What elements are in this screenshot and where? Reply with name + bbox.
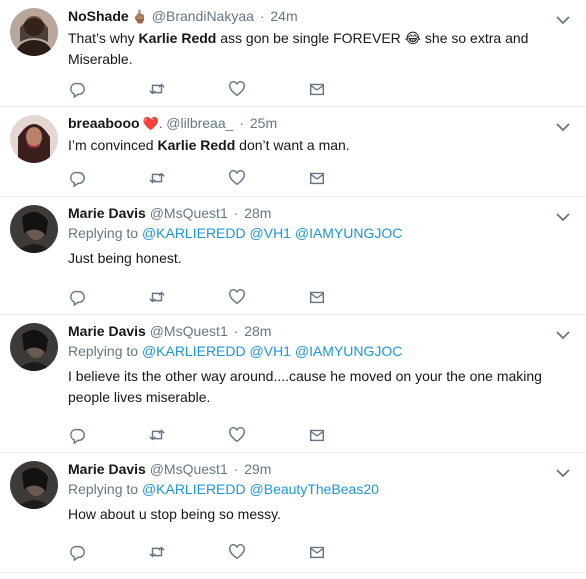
display-name[interactable]: Marie Davis (68, 323, 146, 339)
replying-to-label: Replying to (68, 343, 139, 359)
highlighted-term: Karlie Redd (157, 137, 236, 153)
tweet[interactable]: NoShade 🖕🏽 @BrandiNakyaa · 24m That’s why… (0, 0, 586, 107)
user-handle[interactable]: @MsQuest1 (150, 205, 228, 221)
envelope-icon[interactable] (308, 169, 328, 189)
tweet[interactable]: breaabooo ❤️. @lilbreaa_ · 25m I’m convin… (0, 107, 586, 197)
heart-icon[interactable] (228, 543, 248, 563)
heart-icon[interactable] (228, 80, 248, 100)
avatar[interactable] (10, 115, 58, 163)
display-name[interactable]: breaabooo (68, 115, 140, 131)
mention-link[interactable]: @IAMYUNGJOC (295, 225, 403, 241)
timestamp[interactable]: 24m (270, 8, 297, 24)
reply-icon[interactable] (68, 288, 88, 308)
replying-to: Replying to @KARLIEREDD @VH1 @IAMYUNGJOC (68, 224, 556, 242)
replying-to-label: Replying to (68, 481, 139, 497)
mention-link[interactable]: @KARLIEREDD (142, 481, 246, 497)
avatar[interactable] (10, 8, 58, 56)
separator-dot: · (233, 461, 239, 477)
display-name[interactable]: Marie Davis (68, 461, 146, 477)
retweet-icon[interactable] (148, 543, 168, 563)
reply-icon[interactable] (68, 426, 88, 446)
heart-icon[interactable] (228, 426, 248, 446)
chevron-down-icon[interactable] (556, 327, 570, 340)
user-handle[interactable]: @lilbreaa_ (166, 115, 233, 131)
tweet-text: Just being honest. (68, 250, 182, 266)
tweet[interactable]: Marie Davis @MsQuest1 · 28m Replying to … (0, 197, 586, 315)
tweet-text: How about u stop being so messy. (68, 506, 281, 522)
display-name[interactable]: Marie Davis (68, 205, 146, 221)
mention-link[interactable]: @KARLIEREDD (142, 343, 246, 359)
replying-to-label: Replying to (68, 225, 139, 241)
reply-icon[interactable] (68, 169, 88, 189)
retweet-icon[interactable] (148, 426, 168, 446)
chevron-down-icon[interactable] (556, 12, 570, 25)
chevron-down-icon[interactable] (556, 209, 570, 222)
tweet-actions (68, 169, 348, 189)
separator-dot: · (239, 115, 244, 131)
tweet-text-part: don’t want a man. (235, 137, 350, 153)
tweet-text: I’m convinced Karlie Redd don’t want a m… (68, 135, 556, 156)
timestamp[interactable]: 29m (244, 461, 271, 477)
envelope-icon[interactable] (308, 543, 328, 563)
chevron-down-icon[interactable] (556, 119, 570, 132)
retweet-icon[interactable] (148, 288, 168, 308)
tweet-text-part: That’s why (68, 30, 139, 46)
mention-link[interactable]: @BeautyTheBeas20 (250, 481, 379, 497)
replying-to: Replying to @KARLIEREDD @VH1 @IAMYUNGJOC (68, 342, 556, 360)
envelope-icon[interactable] (308, 288, 328, 308)
separator-dot: · (259, 8, 265, 24)
display-name[interactable]: NoShade (68, 8, 129, 24)
heart-icon[interactable] (228, 288, 248, 308)
timestamp[interactable]: 28m (244, 205, 271, 221)
heart-icon[interactable] (228, 169, 248, 189)
user-handle[interactable]: @BrandiNakyaa (152, 8, 254, 24)
timestamp[interactable]: 28m (244, 323, 271, 339)
chevron-down-icon[interactable] (556, 465, 570, 478)
retweet-icon[interactable] (148, 80, 168, 100)
tweet-actions (68, 288, 348, 308)
user-handle[interactable]: @MsQuest1 (150, 461, 228, 477)
user-handle[interactable]: @MsQuest1 (150, 323, 228, 339)
tweet-text-part: I’m convinced (68, 137, 158, 153)
avatar[interactable] (10, 461, 58, 509)
tweet-actions (68, 426, 348, 446)
retweet-icon[interactable] (148, 169, 168, 189)
tweet[interactable]: Marie Davis @MsQuest1 · 28m Replying to … (0, 315, 586, 453)
avatar[interactable] (10, 205, 58, 253)
reply-icon[interactable] (68, 543, 88, 563)
tweet-text: That’s why Karlie Redd ass gon be single… (68, 28, 556, 70)
envelope-icon[interactable] (308, 426, 328, 446)
replying-to: Replying to @KARLIEREDD @BeautyTheBeas20 (68, 480, 556, 498)
tweet-actions (68, 80, 348, 100)
tweet-text: I believe its the other way around....ca… (68, 368, 542, 405)
mention-link[interactable]: @IAMYUNGJOC (295, 343, 403, 359)
timestamp[interactable]: 25m (250, 115, 277, 131)
mention-link[interactable]: @VH1 (250, 343, 291, 359)
name-emoji: ❤️. (142, 116, 163, 131)
mention-link[interactable]: @KARLIEREDD (142, 225, 246, 241)
separator-dot: · (233, 205, 239, 221)
name-emoji: 🖕🏽 (131, 9, 148, 24)
separator-dot: · (233, 323, 239, 339)
tweet-feed: NoShade 🖕🏽 @BrandiNakyaa · 24m That’s why… (0, 0, 586, 579)
reply-icon[interactable] (68, 80, 88, 100)
envelope-icon[interactable] (308, 80, 328, 100)
mention-link[interactable]: @VH1 (250, 225, 291, 241)
tweet[interactable]: Marie Davis @MsQuest1 · 29m Replying to … (0, 453, 586, 573)
highlighted-term: Karlie Redd (138, 30, 217, 46)
avatar[interactable] (10, 323, 58, 371)
tweet-actions (68, 543, 348, 563)
